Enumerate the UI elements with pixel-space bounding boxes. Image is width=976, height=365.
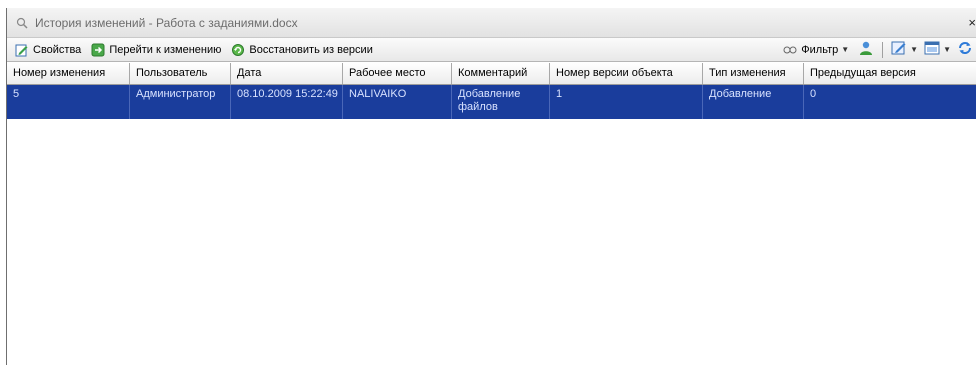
edit-dropdown-icon: ▼	[910, 45, 919, 54]
go-to-change-button[interactable]: Перейти к изменению	[87, 40, 227, 60]
cell-version: 1	[550, 85, 703, 119]
filter-label: Фильтр	[801, 43, 839, 56]
table-row[interactable]: 5 Администратор 08.10.2009 15:22:49 NALI…	[7, 85, 976, 119]
cell-comment: Добавление файлов	[452, 85, 550, 119]
properties-label: Свойства	[33, 43, 82, 56]
cell-change-type: Добавление	[703, 85, 804, 119]
user-button[interactable]	[855, 40, 877, 60]
column-header[interactable]: Рабочее место	[343, 63, 452, 84]
close-button[interactable]: ×	[962, 15, 976, 30]
history-window: История изменений - Работа с заданиями.d…	[6, 8, 976, 365]
history-grid: Номер изменения Пользователь Дата Рабоче…	[7, 63, 976, 119]
go-to-change-label: Перейти к изменению	[109, 43, 222, 56]
filter-dropdown-icon: ▼	[841, 45, 850, 54]
column-header[interactable]: Комментарий	[452, 63, 550, 84]
user-icon	[858, 40, 874, 59]
title-bar[interactable]: История изменений - Работа с заданиями.d…	[7, 8, 976, 38]
restore-label: Восстановить из версии	[249, 43, 373, 56]
go-to-change-icon	[91, 43, 105, 57]
column-header[interactable]: Предыдущая версия	[804, 63, 976, 84]
cell-previous-version: 0	[804, 85, 976, 119]
edit-icon	[891, 40, 907, 59]
refresh-icon	[957, 40, 973, 59]
column-header[interactable]: Тип изменения	[703, 63, 804, 84]
properties-icon	[15, 43, 29, 57]
properties-button[interactable]: Свойства	[11, 40, 87, 60]
cell-date: 08.10.2009 15:22:49	[231, 85, 343, 119]
column-header[interactable]: Дата	[231, 63, 343, 84]
refresh-button[interactable]	[954, 40, 976, 60]
toolbar: Свойства Перейти к изменению Восстановит…	[7, 38, 976, 62]
view-icon	[924, 40, 940, 59]
column-header[interactable]: Номер версии объекта	[550, 63, 703, 84]
grid-header: Номер изменения Пользователь Дата Рабоче…	[7, 63, 976, 85]
filter-button[interactable]: Фильтр ▼	[779, 40, 855, 60]
view-dropdown-icon: ▼	[943, 45, 951, 54]
cell-number: 5	[7, 85, 130, 119]
window-title: История изменений - Работа с заданиями.d…	[35, 15, 298, 30]
restore-icon	[231, 43, 245, 57]
toolbar-separator	[882, 41, 884, 58]
edit-menu-button[interactable]: ▼	[888, 40, 921, 60]
history-icon	[15, 16, 29, 30]
column-header[interactable]: Пользователь	[130, 63, 231, 84]
cell-user: Администратор	[130, 85, 231, 119]
view-menu-button[interactable]: ▼	[921, 40, 954, 60]
restore-button[interactable]: Восстановить из версии	[227, 40, 378, 60]
cell-workstation: NALIVAIKO	[343, 85, 452, 119]
filter-icon	[783, 43, 797, 57]
column-header[interactable]: Номер изменения	[7, 63, 130, 84]
